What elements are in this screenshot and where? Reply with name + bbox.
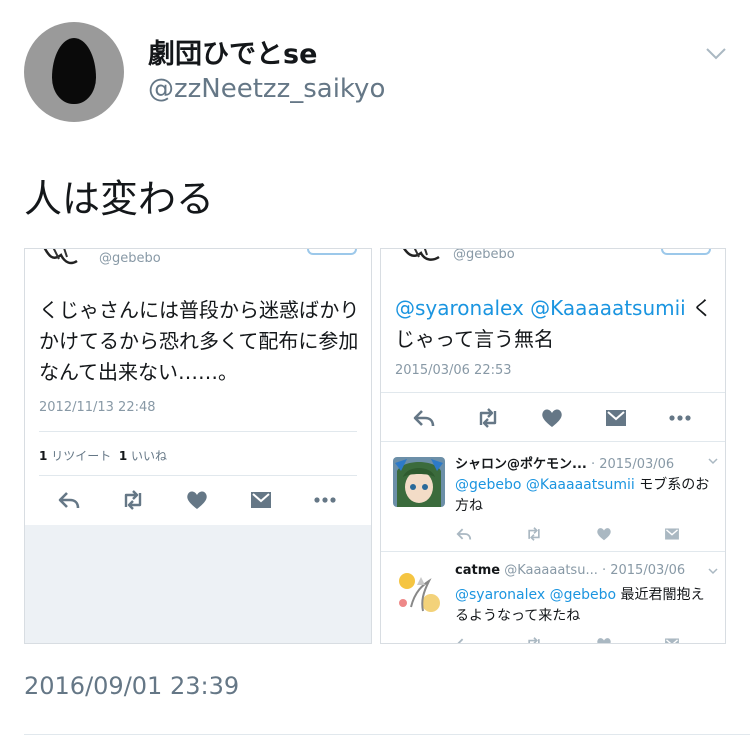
embedded-reply: シャロン@ポケモン... · 2015/03/06 @gebebo @Kaaaa…: [381, 443, 725, 553]
chevron-down-icon: [708, 458, 718, 465]
embedded-mentions: @syaronalex @Kaaaaatsumii: [395, 296, 686, 320]
media-image-right[interactable]: @gebebo @syaronalex @Kaaaaatsumii くじゃって言…: [380, 248, 726, 644]
embedded-action-bar: [381, 405, 725, 435]
divider: [381, 441, 725, 442]
embedded-follow-button: [307, 249, 357, 255]
embedded-tweet-date: 2012/11/13 22:48: [39, 400, 156, 415]
media-grid: @gebebo くじゃさんには普段から迷惑ばかりかけてるから恐れ多くて配布に参加…: [24, 248, 726, 644]
embedded-tweet-date: 2015/03/06 22:53: [395, 363, 512, 378]
default-egg-avatar-icon: [52, 38, 96, 104]
reply-date: · 2015/03/06: [590, 457, 675, 472]
reply-action-bar: [455, 525, 705, 545]
heart-icon: [597, 528, 611, 541]
retweet-icon: [479, 408, 497, 428]
like-count: 1: [118, 449, 128, 463]
divider: [381, 551, 725, 552]
divider: [24, 734, 750, 735]
embedded-tweet-text: @syaronalex @Kaaaaatsumii くじゃって言う無名: [395, 293, 715, 355]
author-handle[interactable]: @zzNeetzz_saikyo: [148, 74, 385, 104]
reply-icon: [457, 638, 464, 643]
reply-text: @gebebo @Kaaaaatsumii モブ系のお方ね: [455, 475, 713, 517]
reply-mentions: @gebebo @Kaaaaatsumii: [455, 477, 635, 493]
empty-area: [25, 525, 371, 643]
reply-icon: [58, 492, 80, 509]
anime-avatar-icon: [393, 457, 445, 507]
embedded-handle: @gebebo: [99, 251, 161, 266]
heart-icon: [542, 409, 562, 427]
tweet-header: 劇団ひでとse @zzNeetzz_saikyo: [24, 22, 734, 122]
reply-author-name: catme: [455, 563, 501, 578]
retweet-icon: [528, 637, 540, 643]
dm-icon: [606, 410, 626, 426]
media-image-left[interactable]: @gebebo くじゃさんには普段から迷惑ばかりかけてるから恐れ多くて配布に参加…: [24, 248, 372, 644]
chevron-down-icon: [708, 568, 718, 575]
like-label: いいね: [131, 449, 168, 463]
reply-mentions: @syaronalex @gebebo: [455, 587, 617, 603]
reply-icon: [456, 528, 472, 540]
heart-icon: [187, 491, 207, 509]
retweet-count: 1: [39, 449, 48, 463]
divider: [39, 475, 357, 476]
author-display-name[interactable]: 劇団ひでとse: [148, 32, 317, 71]
embedded-follow-button: [661, 249, 711, 255]
dm-icon: [251, 492, 271, 508]
retweet-icon: [124, 490, 142, 510]
dm-icon: [665, 638, 679, 643]
reply-icon: [413, 410, 435, 427]
reply-text: @syaronalex @gebebo 最近君闇抱えるようなって来たね: [455, 585, 713, 627]
divider: [381, 392, 725, 393]
reply-meta: シャロン@ポケモン... · 2015/03/06: [455, 453, 674, 472]
reply-author-name: シャロン@ポケモン...: [455, 457, 587, 472]
chevron-down-icon[interactable]: [704, 42, 728, 66]
embedded-tweet-text: くじゃさんには普段から迷惑ばかりかけてるから恐れ多くて配布に参加なんて出来ない……: [39, 298, 360, 384]
embedded-handle: @gebebo: [453, 248, 515, 262]
avatar[interactable]: [24, 22, 124, 122]
cat-avatar-icon: [393, 567, 445, 617]
embedded-reply: catme @Kaaaaatsu... · 2015/03/06 @syaron…: [381, 553, 725, 643]
divider: [39, 431, 357, 432]
reply-avatar: [393, 457, 445, 507]
embedded-action-bar: [25, 487, 371, 517]
embedded-avatar-icon: [43, 249, 78, 265]
retweet-icon: [528, 527, 540, 541]
retweet-label: リツイート: [51, 449, 112, 463]
reply-author-handle: @Kaaaaatsu...: [504, 563, 598, 578]
reply-action-bar: [455, 635, 705, 643]
heart-icon: [597, 638, 611, 643]
more-icon: [669, 415, 691, 421]
more-icon: [314, 497, 336, 503]
reply-date: · 2015/03/06: [601, 563, 686, 578]
reply-avatar: [393, 567, 445, 617]
tweet-timestamp[interactable]: 2016/09/01 23:39: [24, 672, 239, 700]
embedded-avatar-icon: [403, 249, 440, 261]
reply-meta: catme @Kaaaaatsu... · 2015/03/06: [455, 563, 685, 578]
tweet-text: 人は変わる: [24, 177, 215, 221]
embedded-tweet-stats: 1 リツイート 1 いいね: [39, 447, 167, 464]
dm-icon: [665, 528, 679, 540]
